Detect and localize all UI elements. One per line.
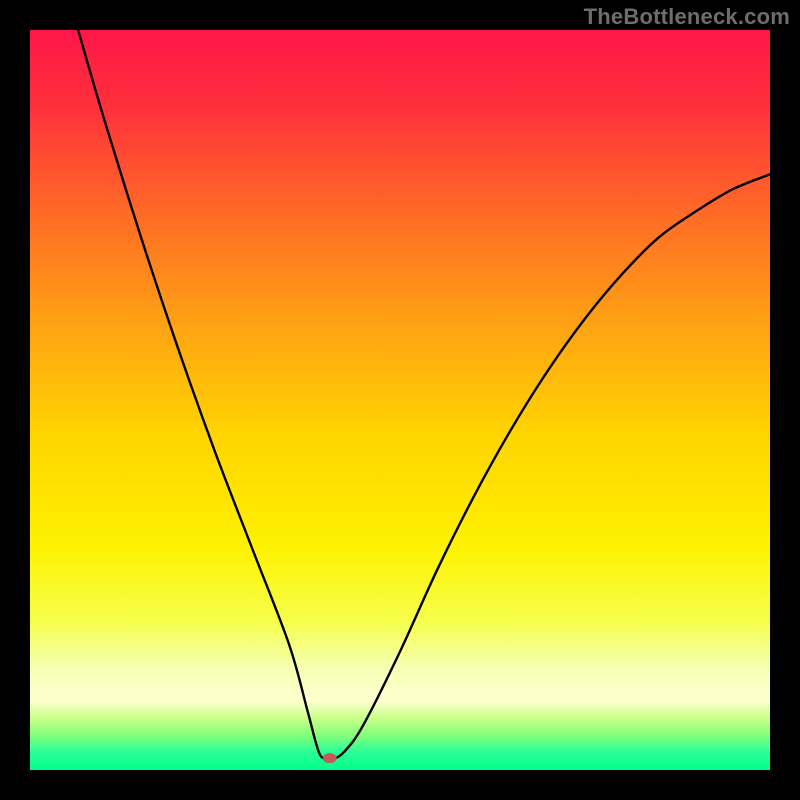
plot-area [30,30,770,770]
bottleneck-curve-svg [30,30,770,770]
optimal-marker [323,753,337,763]
bottleneck-curve [78,30,770,760]
chart-stage: TheBottleneck.com [0,0,800,800]
watermark-text: TheBottleneck.com [584,4,790,30]
